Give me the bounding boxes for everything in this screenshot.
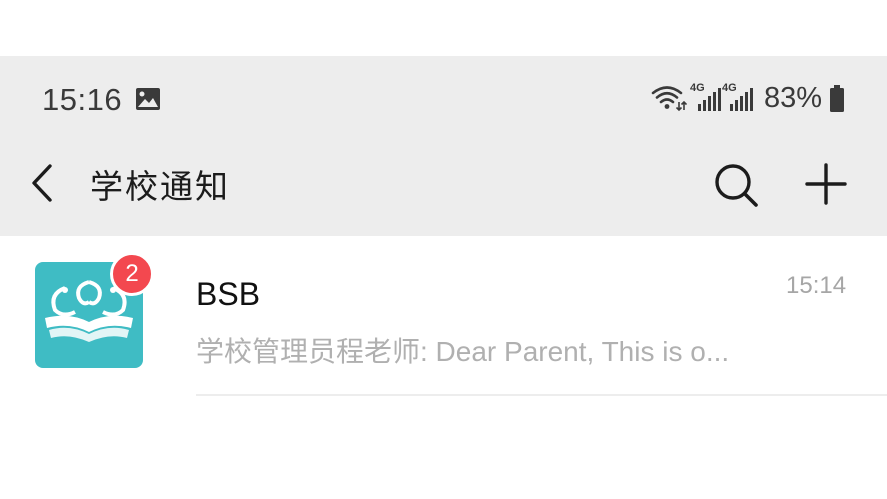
chat-preview: 学校管理员程老师: Dear Parent, This is o... xyxy=(196,336,730,367)
screen: 15:16 4G 4G 83% 学校通知 2 BSB 15:14 学校管理员程老… xyxy=(0,0,887,499)
unread-badge: 2 xyxy=(110,252,154,296)
back-button[interactable] xyxy=(22,158,66,208)
chat-name: BSB xyxy=(196,276,261,312)
wifi-icon xyxy=(651,86,687,112)
search-icon[interactable] xyxy=(710,158,762,210)
status-bar: 15:16 4G 4G 83% xyxy=(0,56,887,144)
battery-percent: 83% xyxy=(764,82,823,114)
signal-icon: 4G xyxy=(722,82,756,114)
battery-icon xyxy=(830,85,844,112)
plus-icon[interactable] xyxy=(800,158,852,210)
top-gap xyxy=(0,0,887,56)
header-area: 15:16 4G 4G 83% 学校通知 xyxy=(0,56,887,236)
status-time: 15:16 xyxy=(42,82,123,117)
chat-list-item[interactable]: 2 BSB 15:14 学校管理员程老师: Dear Parent, This … xyxy=(0,236,887,396)
signal-icon: 4G xyxy=(690,82,724,114)
chat-time: 15:14 xyxy=(786,272,847,299)
page-title: 学校通知 xyxy=(90,168,230,205)
gallery-icon xyxy=(136,88,160,110)
divider xyxy=(196,394,887,396)
